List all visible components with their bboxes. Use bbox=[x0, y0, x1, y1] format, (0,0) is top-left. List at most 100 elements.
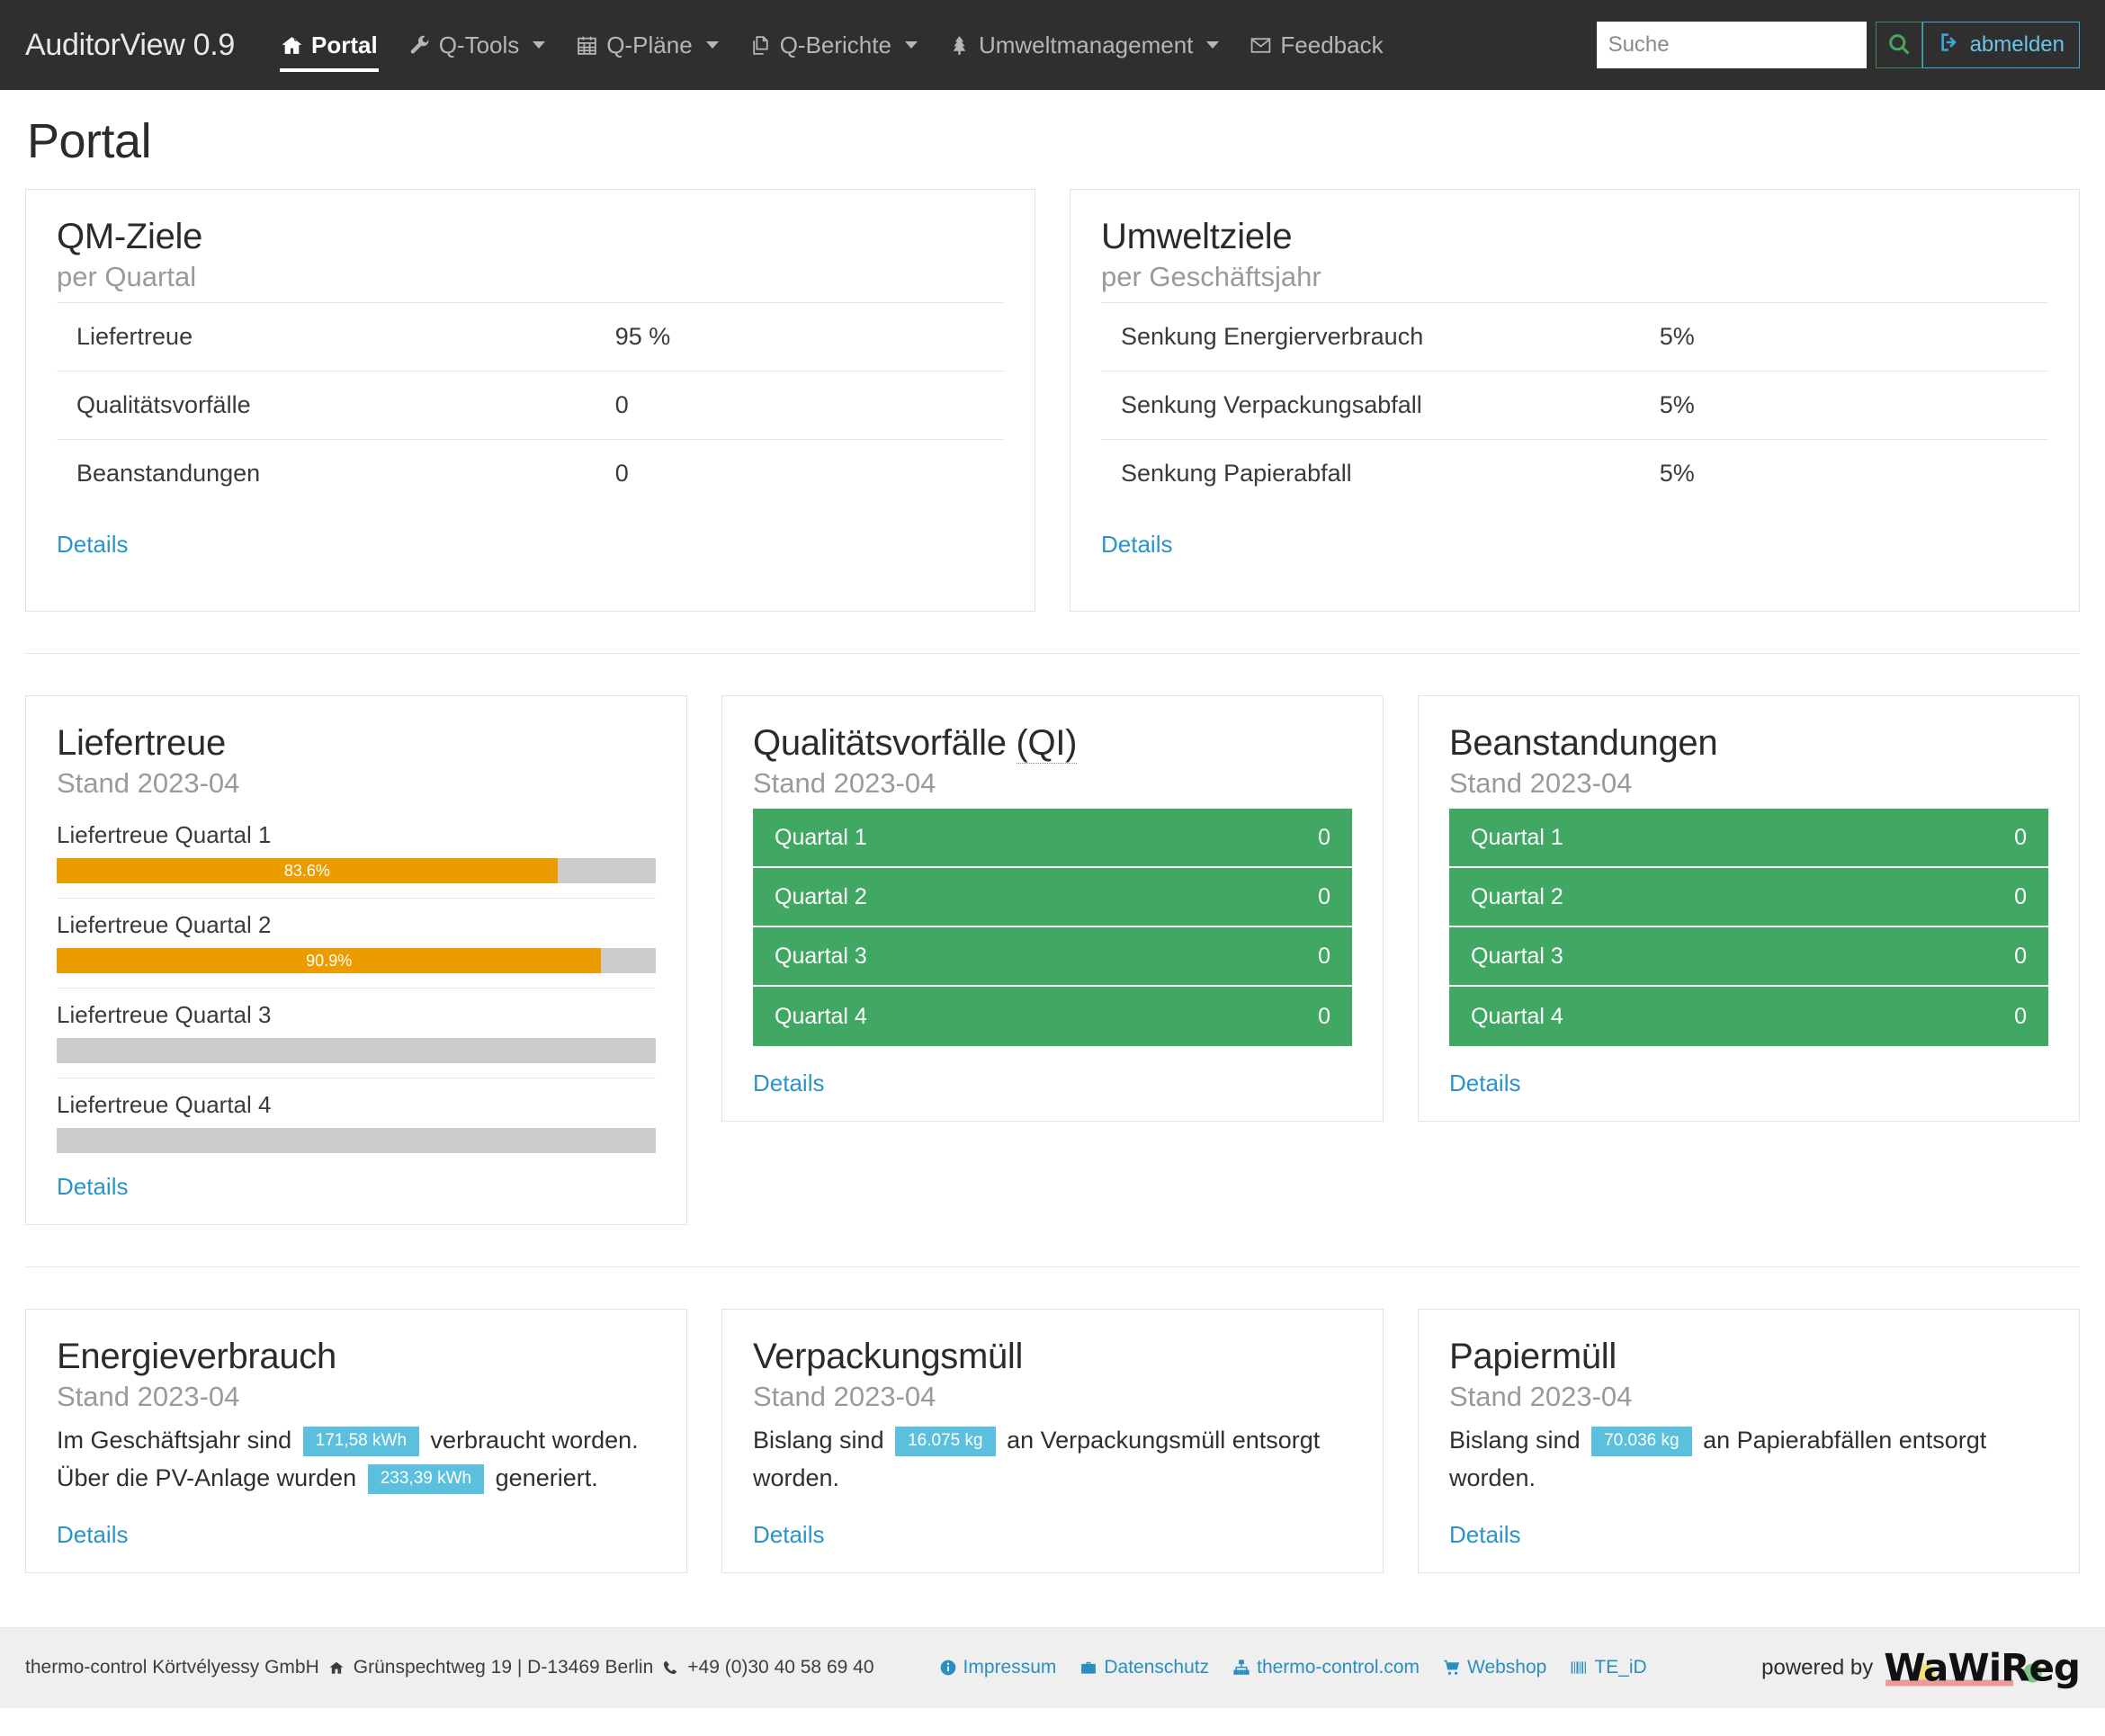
page-footer: thermo-control Körtvélyessy GmbH Grünspe… bbox=[0, 1626, 2105, 1708]
card-title-text: Qualitätsvorfälle bbox=[753, 723, 1007, 763]
list-item: Quartal 3 0 bbox=[1449, 927, 2048, 987]
nav-item-q-tools[interactable]: Q-Tools bbox=[393, 0, 561, 90]
card-qualitaetsvorfaelle: Qualitätsvorfälle (QI) Stand 2023-04 Qua… bbox=[721, 695, 1384, 1122]
quartal-list: Quartal 1 0 Quartal 2 0 Quartal 3 0 Quar… bbox=[1449, 809, 2048, 1046]
card-title: Liefertreue bbox=[57, 723, 226, 763]
item-value: 0 bbox=[2014, 824, 2027, 850]
footer-link-label: Datenschutz bbox=[1104, 1657, 1210, 1678]
details-link-energieverbrauch[interactable]: Details bbox=[57, 1521, 128, 1549]
quartal-list: Quartal 1 0 Quartal 2 0 Quartal 3 0 Quar… bbox=[753, 809, 1352, 1046]
nav-item-feedback[interactable]: Feedback bbox=[1234, 0, 1398, 90]
footer-link-datenschutz[interactable]: Datenschutz bbox=[1079, 1657, 1209, 1678]
table-row: Beanstandungen 0 bbox=[57, 439, 1004, 508]
progress-value: 83.6% bbox=[283, 862, 330, 880]
list-item: Quartal 1 0 bbox=[753, 809, 1352, 868]
nav-item-q-plaene[interactable]: Q-Pläne bbox=[560, 0, 733, 90]
row-value: 5% bbox=[1659, 460, 1695, 487]
card-umweltziele: Umweltziele per Geschäftsjahr Senkung En… bbox=[1070, 189, 2080, 612]
item-value: 0 bbox=[2014, 883, 2027, 909]
barcode-icon bbox=[1570, 1659, 1588, 1677]
details-link-qm-ziele[interactable]: Details bbox=[57, 531, 128, 559]
footer-link-label: Impressum bbox=[963, 1657, 1057, 1678]
kpi-row: Liefertreue Stand 2023-04 Liefertreue Qu… bbox=[25, 695, 2080, 1225]
details-link-verpackungsmuell[interactable]: Details bbox=[753, 1521, 824, 1549]
item-value: 0 bbox=[1318, 1003, 1330, 1029]
umweltziele-table: Senkung Energierverbrauch 5% Senkung Ver… bbox=[1101, 302, 2048, 507]
text-part: generiert. bbox=[495, 1463, 598, 1491]
company-address: Grünspechtweg 19 | D-13469 Berlin bbox=[353, 1657, 654, 1678]
footer-link-te-id[interactable]: TE_iD bbox=[1570, 1657, 1647, 1678]
search-button[interactable] bbox=[1875, 22, 1922, 68]
copy-files-icon bbox=[749, 34, 772, 57]
footer-link-website[interactable]: thermo-control.com bbox=[1232, 1657, 1420, 1678]
footer-link-label: TE_iD bbox=[1594, 1657, 1647, 1678]
briefcase-icon bbox=[1079, 1659, 1097, 1677]
progress-block: Liefertreue Quartal 3 bbox=[57, 988, 656, 1078]
nav-item-portal[interactable]: Portal bbox=[265, 0, 393, 90]
details-link-qualitaetsvorfaelle[interactable]: Details bbox=[753, 1069, 824, 1097]
item-label: Quartal 1 bbox=[775, 824, 867, 850]
footer-link-webshop[interactable]: Webshop bbox=[1443, 1657, 1546, 1678]
search-input[interactable] bbox=[1596, 22, 1867, 68]
list-item: Quartal 2 0 bbox=[1449, 868, 2048, 927]
powered-by-label: powered by bbox=[1761, 1655, 1874, 1680]
top-navbar: AuditorView 0.9 Portal Q-Tools Q-Pläne Q… bbox=[0, 0, 2105, 90]
item-label: Quartal 2 bbox=[775, 883, 867, 909]
progress-track bbox=[57, 1128, 656, 1153]
calendar-icon bbox=[576, 34, 598, 57]
details-link-liefertreue[interactable]: Details bbox=[57, 1173, 128, 1201]
progress-label: Liefertreue Quartal 1 bbox=[57, 821, 272, 848]
phone-icon bbox=[661, 1659, 679, 1677]
table-row: Qualitätsvorfälle 0 bbox=[57, 371, 1004, 440]
progress-track: 90.9% bbox=[57, 948, 656, 973]
card-title-abbr: (QI) bbox=[1016, 723, 1078, 764]
details-link-umweltziele[interactable]: Details bbox=[1101, 531, 1172, 559]
company-phone: +49 (0)30 40 58 69 40 bbox=[687, 1657, 874, 1678]
nav-item-umweltmanagement[interactable]: Umweltmanagement bbox=[933, 0, 1234, 90]
details-link-papiermuell[interactable]: Details bbox=[1449, 1521, 1520, 1549]
nav-item-label: Portal bbox=[311, 31, 378, 58]
card-title: Qualitätsvorfälle (QI) bbox=[753, 723, 1352, 764]
text-part: Im Geschäftsjahr sind bbox=[57, 1427, 292, 1454]
card-energieverbrauch: Energieverbrauch Stand 2023-04 Im Geschä… bbox=[25, 1309, 687, 1573]
row-value: 5% bbox=[1659, 323, 1695, 350]
table-row: Senkung Energierverbrauch 5% bbox=[1101, 302, 2048, 371]
card-text: Bislang sind 16.075 kg an Verpackungsmül… bbox=[753, 1422, 1352, 1498]
card-title: Energieverbrauch bbox=[57, 1337, 336, 1376]
details-link-beanstandungen[interactable]: Details bbox=[1449, 1069, 1520, 1097]
section-divider bbox=[25, 1266, 2080, 1267]
row-label: Senkung Verpackungsabfall bbox=[1121, 391, 1422, 418]
progress-block: Liefertreue Quartal 1 83.6% bbox=[57, 809, 656, 898]
footer-links: Impressum Datenschutz thermo-control.com… bbox=[939, 1657, 1647, 1678]
card-subtitle: per Quartal bbox=[57, 261, 197, 292]
app-brand: AuditorView 0.9 bbox=[25, 27, 236, 62]
card-title: Verpackungsmüll bbox=[753, 1337, 1024, 1376]
nav-item-label: Feedback bbox=[1280, 31, 1384, 58]
wrench-icon bbox=[408, 34, 431, 57]
status-badge: 171,58 kWh bbox=[302, 1427, 420, 1457]
logout-label: abmelden bbox=[1969, 32, 2065, 57]
table-row: Senkung Papierabfall 5% bbox=[1101, 439, 2048, 508]
card-beanstandungen: Beanstandungen Stand 2023-04 Quartal 1 0… bbox=[1418, 695, 2080, 1122]
footer-link-label: thermo-control.com bbox=[1257, 1657, 1420, 1678]
card-subtitle: per Geschäftsjahr bbox=[1101, 261, 1321, 292]
qm-ziele-table: Liefertreue 95 % Qualitätsvorfälle 0 Bea… bbox=[57, 302, 1004, 507]
card-papiermuell: Papiermüll Stand 2023-04 Bislang sind 70… bbox=[1418, 1309, 2080, 1573]
nav-item-q-berichte[interactable]: Q-Berichte bbox=[734, 0, 933, 90]
footer-link-impressum[interactable]: Impressum bbox=[939, 1657, 1057, 1678]
nav-links: Portal Q-Tools Q-Pläne Q-Berichte Umwelt… bbox=[265, 0, 1399, 90]
card-title: QM-Ziele bbox=[57, 217, 203, 256]
row-value: 5% bbox=[1659, 391, 1695, 418]
item-value: 0 bbox=[1318, 824, 1330, 850]
list-item: Quartal 4 0 bbox=[753, 987, 1352, 1046]
list-item: Quartal 3 0 bbox=[753, 927, 1352, 987]
row-value: 95 % bbox=[614, 323, 671, 350]
card-subtitle: Stand 2023-04 bbox=[753, 1381, 936, 1412]
progress-fill: 83.6% bbox=[57, 858, 558, 883]
status-badge: 70.036 kg bbox=[1591, 1427, 1692, 1457]
list-item: Quartal 2 0 bbox=[753, 868, 1352, 927]
goals-row: QM-Ziele per Quartal Liefertreue 95 % Qu… bbox=[25, 189, 2080, 612]
logout-button[interactable]: abmelden bbox=[1921, 22, 2080, 68]
list-item: Quartal 4 0 bbox=[1449, 987, 2048, 1046]
chevron-down-icon bbox=[1206, 41, 1220, 49]
